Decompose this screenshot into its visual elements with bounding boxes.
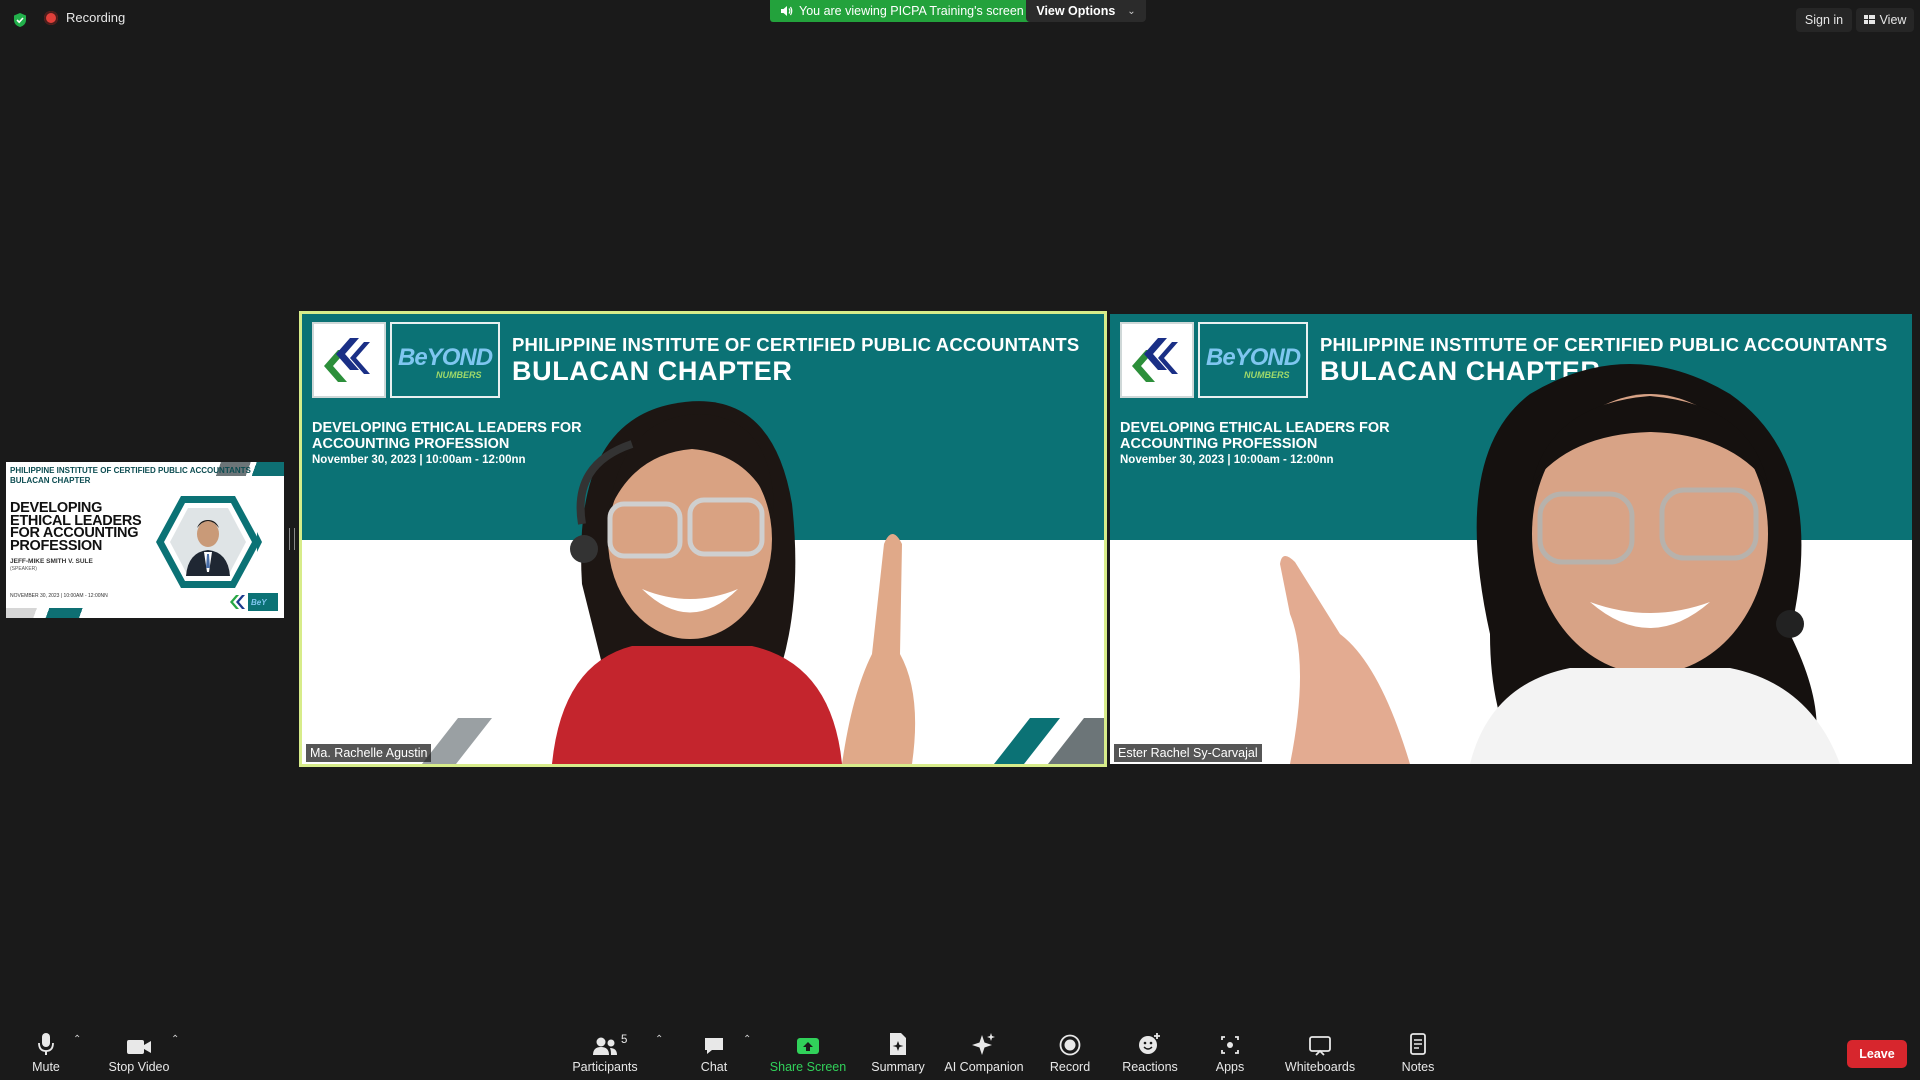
reactions-button[interactable]: Reactions — [1122, 1030, 1178, 1074]
speaker-volume-icon — [781, 6, 793, 16]
participants-options-caret-icon[interactable]: ⌃ — [655, 1034, 663, 1045]
participants-label: Participants — [572, 1060, 638, 1074]
whiteboard-icon — [1309, 1036, 1331, 1056]
notes-icon — [1410, 1033, 1426, 1055]
viewing-screen-banner: You are viewing PICPA Training's screen — [770, 0, 1036, 22]
ai-companion-button[interactable]: AI Companion — [944, 1030, 1024, 1074]
record-label: Record — [1049, 1060, 1091, 1074]
view-button[interactable]: View — [1856, 8, 1914, 32]
video-options-caret-icon[interactable]: ⌃ — [171, 1034, 179, 1045]
speaker-photo-hexagon — [156, 496, 262, 588]
summary-document-icon — [890, 1033, 906, 1055]
view-options-label: View Options — [1036, 4, 1116, 18]
video-tile-participant[interactable]: BeYOND NUMBERS PHILIPPINE INSTITUTE OF C… — [1110, 314, 1912, 764]
security-shield-icon[interactable] — [12, 12, 28, 28]
beyond-logo-text: BeYOND — [398, 344, 493, 371]
apps-button[interactable]: Apps — [1214, 1030, 1246, 1074]
apps-label: Apps — [1215, 1060, 1245, 1074]
reactions-label: Reactions — [1122, 1060, 1178, 1074]
slide-decoration — [6, 608, 126, 618]
thumb-role: (SPEAKER) — [10, 566, 37, 572]
meeting-toolbar: Mute ⌃ Stop Video ⌃ Participants 5 ⌃ Cha… — [0, 1020, 1920, 1080]
thumb-date: NOVEMBER 30, 2023 | 10:00AM - 12:00NN — [10, 593, 108, 599]
stop-video-button[interactable]: Stop Video — [106, 1030, 172, 1074]
chat-bubble-icon — [705, 1038, 723, 1054]
video-tile-active-speaker[interactable]: BeYOND NUMBERS PHILIPPINE INSTITUTE OF C… — [299, 311, 1107, 767]
top-bar: Recording You are viewing PICPA Training… — [0, 0, 1920, 40]
record-button[interactable]: Record — [1050, 1030, 1090, 1074]
slide-org-name: PHILIPPINE INSTITUTE OF CERTIFIED PUBLIC… — [512, 334, 1080, 355]
summary-button[interactable]: Summary — [870, 1030, 926, 1074]
gallery-view-icon — [1863, 15, 1875, 25]
sign-in-label: Sign in — [1804, 13, 1844, 27]
svg-text:BeY: BeY — [251, 598, 267, 607]
whiteboards-button[interactable]: Whiteboards — [1284, 1030, 1356, 1074]
reactions-emoji-icon — [1139, 1033, 1160, 1054]
participant-name-tag: Ma. Rachelle Agustin — [306, 744, 432, 762]
share-screen-icon — [797, 1038, 819, 1054]
video-camera-icon — [127, 1040, 151, 1054]
microphone-icon — [38, 1033, 54, 1055]
picpa-chevron-logo — [1120, 322, 1194, 398]
shared-screen-thumbnail[interactable]: PHILIPPINE INSTITUTE OF CERTIFIED PUBLIC… — [6, 462, 284, 618]
recording-indicator[interactable]: Recording — [44, 10, 125, 25]
recording-dot-icon — [44, 10, 58, 25]
chat-label: Chat — [700, 1060, 728, 1074]
slide-decoration — [422, 718, 492, 764]
recording-label: Recording — [66, 10, 126, 25]
view-options-button[interactable]: View Options ⌄ — [1026, 0, 1146, 22]
picpa-mini-logo: BeY — [230, 593, 278, 611]
stop-video-label: Stop Video — [108, 1060, 170, 1074]
participants-count: 5 — [621, 1034, 628, 1046]
notes-button[interactable]: Notes — [1400, 1030, 1436, 1074]
thumb-title: DEVELOPING ETHICAL LEADERS FOR ACCOUNTIN… — [10, 501, 150, 554]
chat-options-caret-icon[interactable]: ⌃ — [743, 1034, 751, 1045]
slide-decoration — [994, 718, 1104, 764]
participant-name-tag: Ester Rachel Sy-Carvajal — [1114, 744, 1262, 762]
whiteboards-label: Whiteboards — [1284, 1060, 1356, 1074]
sign-in-button[interactable]: Sign in — [1796, 8, 1852, 32]
share-screen-label: Share Screen — [769, 1060, 847, 1074]
chevron-down-icon: ⌄ — [1127, 5, 1136, 17]
thumb-org-line1: PHILIPPINE INSTITUTE OF CERTIFIED PUBLIC… — [10, 466, 251, 475]
thumb-org-line2: BULACAN CHAPTER — [10, 476, 91, 485]
participant-video-feed — [552, 401, 916, 764]
chat-button[interactable]: Chat — [698, 1030, 730, 1074]
participants-button[interactable]: Participants — [572, 1030, 638, 1074]
participant-video-feed — [1280, 364, 1840, 764]
thumbnail-resize-handle[interactable] — [289, 528, 295, 550]
slide-title-line2: ACCOUNTING PROFESSION — [312, 436, 510, 452]
ai-companion-label: AI Companion — [944, 1060, 1024, 1074]
apps-icon — [1221, 1036, 1239, 1054]
notes-label: Notes — [1401, 1060, 1435, 1074]
picpa-chevron-logo — [312, 322, 386, 398]
mute-button[interactable]: Mute — [24, 1030, 68, 1074]
thumb-speaker: JEFF-MIKE SMITH V. SULE — [10, 558, 93, 565]
summary-label: Summary — [871, 1060, 925, 1074]
leave-label: Leave — [1859, 1047, 1895, 1061]
mute-label: Mute — [32, 1060, 60, 1074]
share-screen-button[interactable]: Share Screen — [769, 1030, 847, 1074]
thumb-title-line: PROFESSION — [10, 537, 103, 554]
audio-options-caret-icon[interactable]: ⌃ — [73, 1034, 81, 1045]
ai-sparkle-icon — [972, 1033, 995, 1055]
record-icon — [1059, 1034, 1081, 1056]
participants-icon — [593, 1037, 617, 1055]
beyond-numbers-logo: BeYOND NUMBERS — [390, 322, 500, 398]
leave-button[interactable]: Leave — [1847, 1040, 1907, 1068]
slide-date: November 30, 2023 | 10:00am - 12:00nn — [312, 454, 526, 466]
viewing-banner-text: You are viewing PICPA Training's screen — [799, 4, 1024, 18]
numbers-logo-text: NUMBERS — [436, 370, 482, 380]
view-label: View — [1879, 13, 1907, 27]
